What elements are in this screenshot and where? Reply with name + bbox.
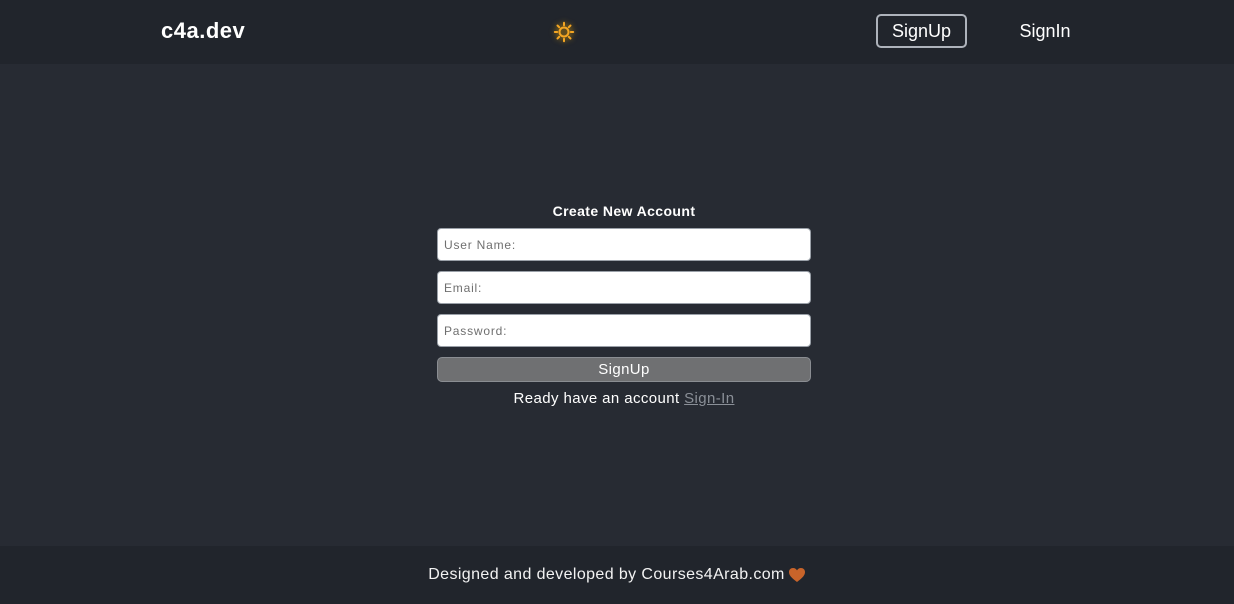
username-field[interactable] [437,228,811,261]
password-field[interactable] [437,314,811,347]
site-logo[interactable]: c4a.dev [161,18,245,44]
footer: Designed and developed by Courses4Arab.c… [0,546,1234,604]
footer-credit: Designed and developed by Courses4Arab.c… [428,566,785,583]
sun-icon [553,21,575,43]
signin-link[interactable]: Sign-In [684,390,734,407]
signin-prompt: Ready have an account Sign-In [437,390,811,407]
top-navbar: c4a.dev SignUp SignIn [0,0,1234,64]
signin-prompt-text: Ready have an account [513,390,680,407]
heart-icon [788,567,806,583]
form-title: Create New Account [552,203,696,219]
theme-toggle-button[interactable] [553,21,575,43]
signup-submit-button[interactable]: SignUp [437,357,811,382]
nav-signup-button[interactable]: SignUp [876,14,967,48]
email-field[interactable] [437,271,811,304]
nav-signin-link[interactable]: SignIn [1004,14,1086,48]
